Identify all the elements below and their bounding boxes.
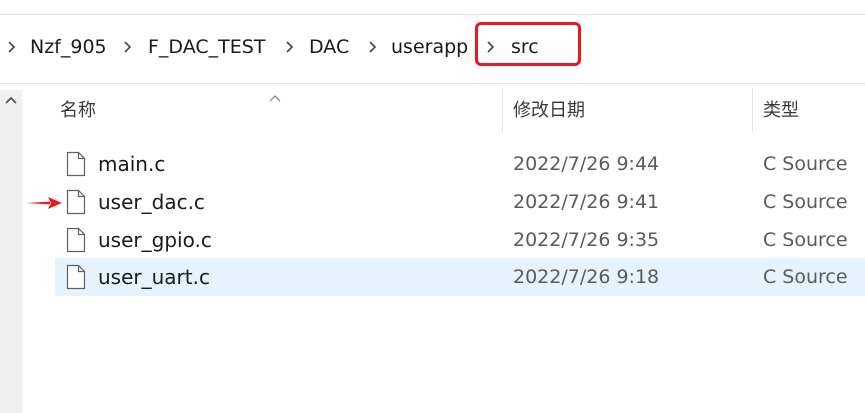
red-arrow-icon bbox=[24, 195, 64, 215]
vertical-scrollbar[interactable] bbox=[0, 90, 22, 413]
breadcrumb-item-f-dac-test[interactable]: F_DAC_TEST bbox=[148, 34, 265, 60]
file-date: 2022/7/26 9:44 bbox=[513, 153, 660, 175]
column-header-type[interactable]: 类型 bbox=[763, 96, 799, 126]
breadcrumb-item-nzf-905[interactable]: Nzf_905 bbox=[30, 34, 107, 60]
chevron-right-icon[interactable] bbox=[284, 34, 296, 60]
file-date: 2022/7/26 9:18 bbox=[513, 266, 660, 288]
file-name[interactable]: user_uart.c bbox=[98, 264, 210, 290]
column-header-name[interactable]: 名称 bbox=[60, 96, 96, 126]
toolbar-strip bbox=[0, 0, 865, 15]
chevron-right-icon[interactable] bbox=[6, 34, 18, 60]
sort-ascending-icon bbox=[268, 88, 282, 107]
file-icon bbox=[66, 227, 86, 253]
file-date: 2022/7/26 9:35 bbox=[513, 229, 660, 251]
file-type: C Source bbox=[763, 229, 848, 251]
file-date: 2022/7/26 9:41 bbox=[513, 191, 660, 213]
file-icon bbox=[66, 189, 86, 215]
file-name[interactable]: user_gpio.c bbox=[98, 227, 212, 253]
chevron-right-icon[interactable] bbox=[367, 34, 379, 60]
file-type: C Source bbox=[763, 266, 848, 288]
file-name[interactable]: user_dac.c bbox=[98, 189, 205, 215]
scroll-up-icon[interactable] bbox=[0, 90, 22, 112]
file-icon bbox=[66, 151, 86, 177]
file-type: C Source bbox=[763, 153, 848, 175]
breadcrumb-item-userapp[interactable]: userapp bbox=[391, 34, 468, 60]
column-divider[interactable] bbox=[752, 88, 753, 132]
column-divider[interactable] bbox=[502, 88, 503, 132]
chevron-right-icon[interactable] bbox=[122, 34, 134, 60]
highlight-box bbox=[475, 22, 581, 66]
file-name[interactable]: main.c bbox=[98, 151, 165, 177]
file-icon bbox=[66, 264, 86, 290]
column-header-date-modified[interactable]: 修改日期 bbox=[513, 96, 585, 126]
file-type: C Source bbox=[763, 191, 848, 213]
breadcrumb-item-dac[interactable]: DAC bbox=[309, 34, 349, 60]
